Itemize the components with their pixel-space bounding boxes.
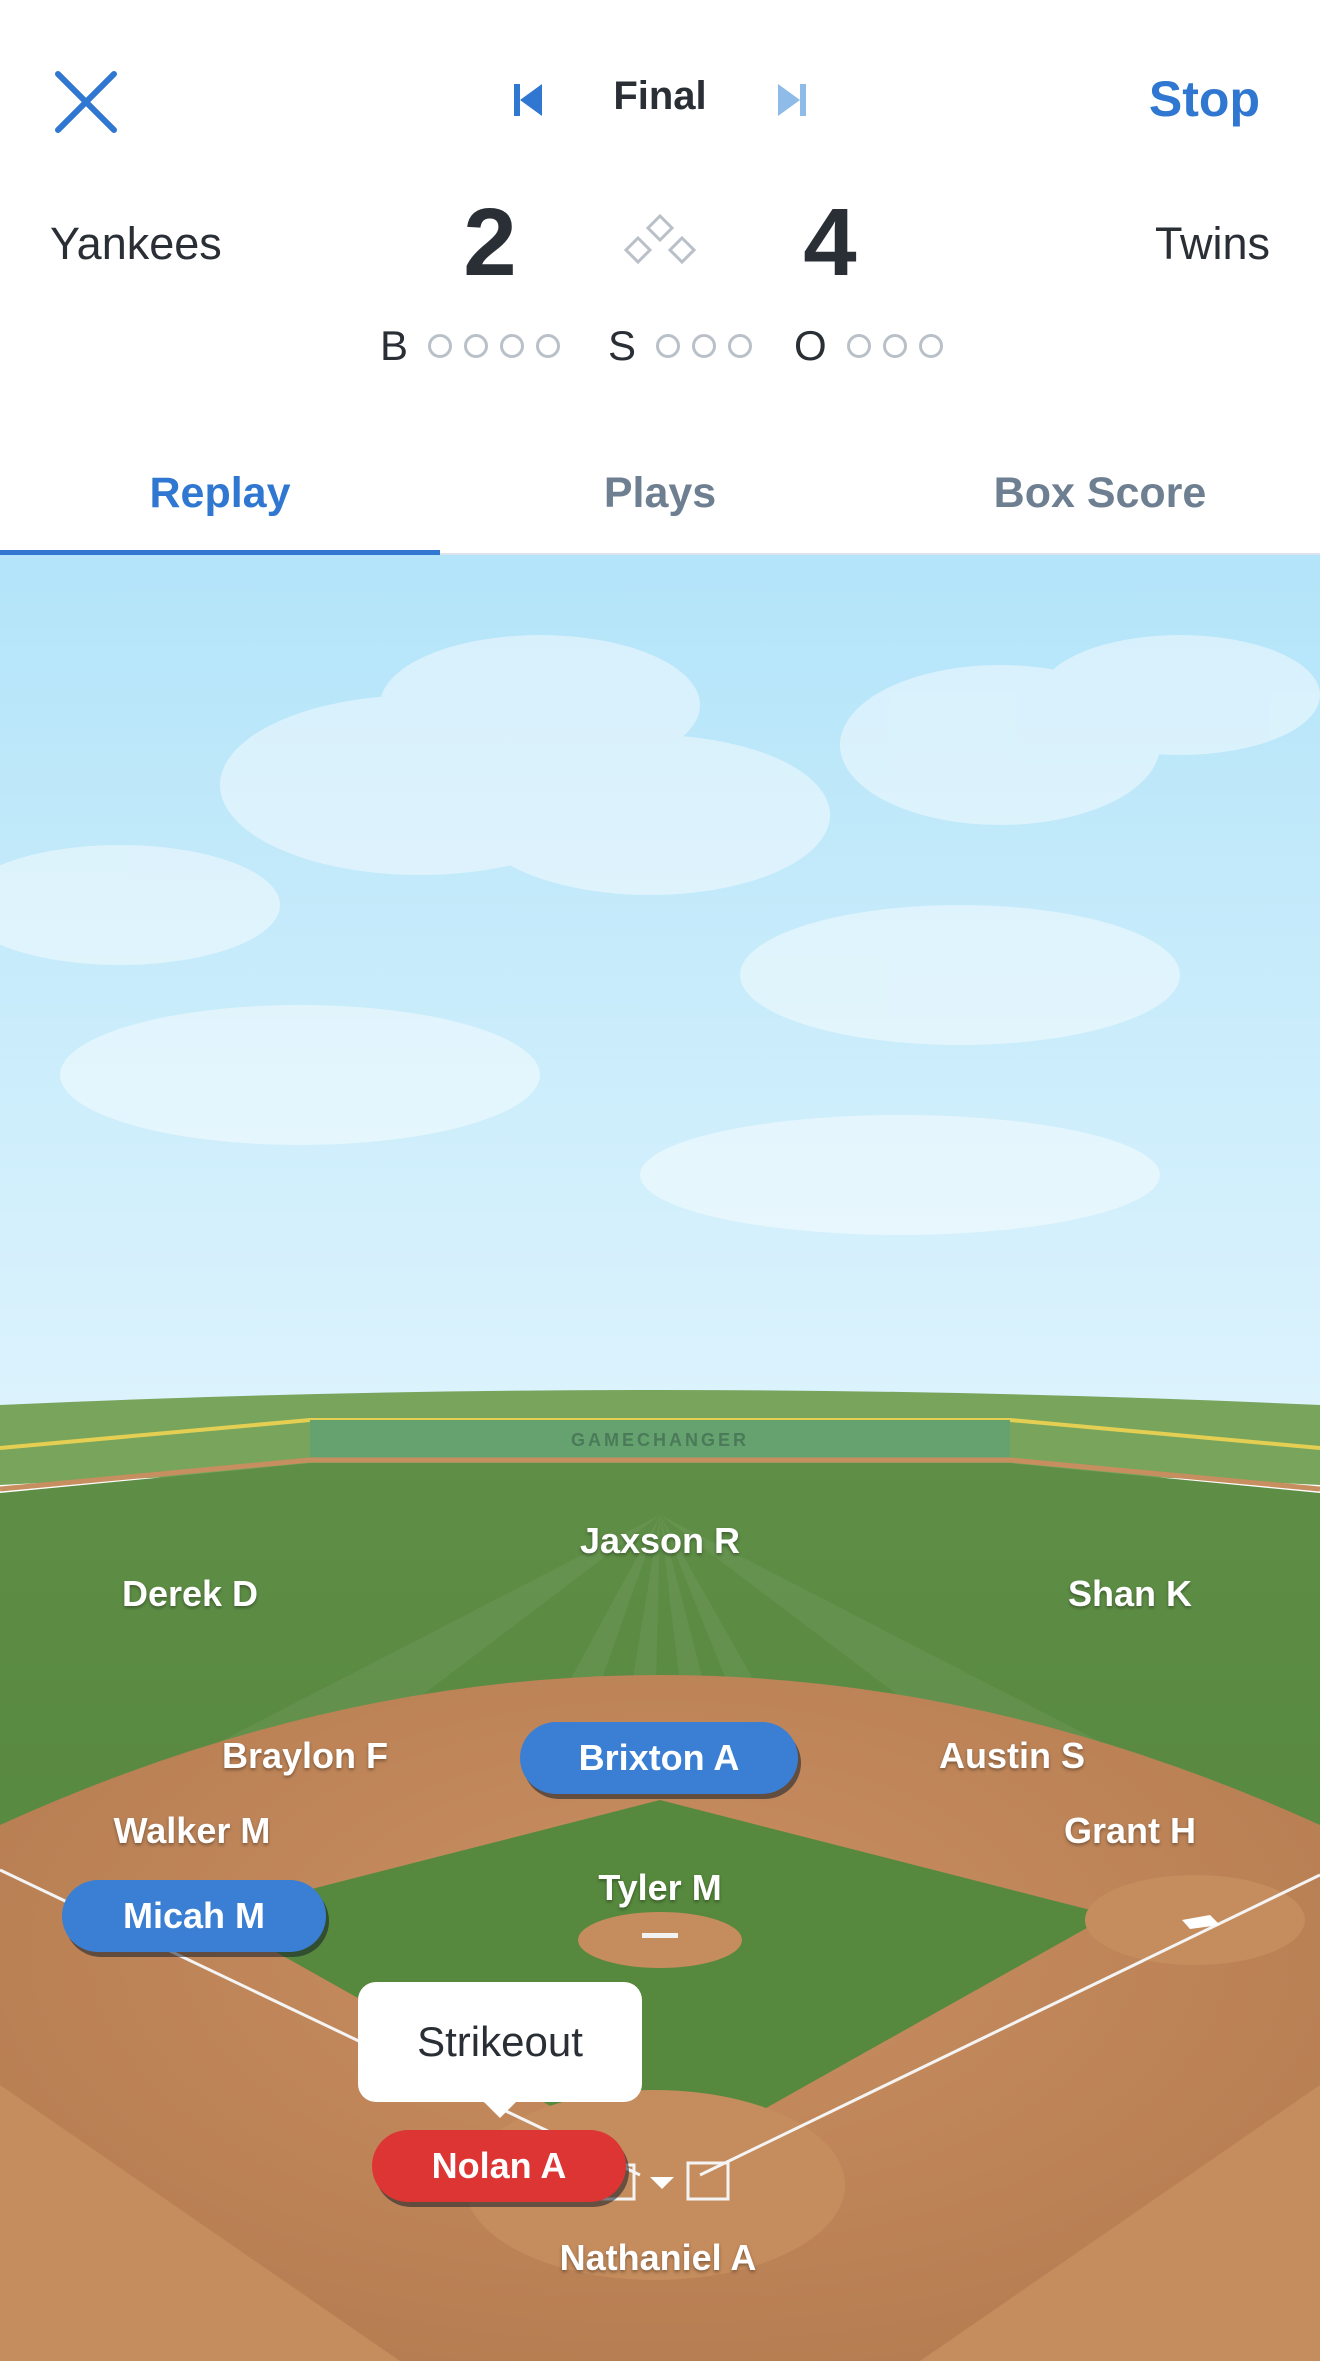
ball-dot — [464, 334, 489, 358]
away-team-score: 2 — [463, 189, 517, 296]
strikes-label: S — [608, 322, 637, 369]
balls-count: B — [380, 318, 561, 374]
close-icon — [55, 71, 117, 133]
tab-bar: Replay Plays Box Score — [0, 432, 1320, 555]
fielder-shortstop[interactable]: Braylon F — [222, 1735, 388, 1777]
play-navigation: Final — [500, 60, 820, 140]
count-indicator: B S O — [380, 318, 980, 374]
game-header: Final Stop Yankees 2 4 Twins B S O Repla… — [0, 0, 1320, 555]
tab-box-score[interactable]: Box Score — [880, 432, 1320, 555]
baseball-field-replay: GAMECHANGER Jaxson R Derek D Shan K Bray… — [0, 555, 1320, 2361]
tab-plays[interactable]: Plays — [440, 432, 880, 555]
fielder-second-base[interactable]: Austin S — [939, 1735, 1085, 1777]
fielder-right-field[interactable]: Shan K — [1068, 1573, 1192, 1615]
outs-count: O — [794, 318, 943, 374]
tab-replay[interactable]: Replay — [0, 432, 440, 555]
out-dot — [918, 334, 943, 358]
ball-dot — [428, 334, 453, 358]
runner-second-base[interactable]: Brixton A — [520, 1722, 798, 1794]
skip-next-icon — [778, 84, 806, 116]
play-result-tooltip: Strikeout — [358, 1982, 642, 2102]
fielder-center-field[interactable]: Jaxson R — [580, 1520, 740, 1562]
home-team-score: 4 — [803, 189, 857, 296]
batter-pill[interactable]: Nolan A — [372, 2130, 626, 2202]
fielder-catcher[interactable]: Nathaniel A — [560, 2237, 757, 2279]
skip-previous-icon — [514, 84, 542, 116]
ball-dot — [536, 334, 561, 358]
outs-label: O — [794, 322, 827, 369]
strikes-count: S — [608, 318, 753, 374]
out-dot — [882, 334, 907, 358]
out-dot — [846, 334, 871, 358]
previous-play-button[interactable] — [508, 78, 548, 122]
game-status: Final — [613, 74, 707, 118]
fielder-pitcher[interactable]: Tyler M — [598, 1867, 721, 1909]
fielder-left-field[interactable]: Derek D — [122, 1573, 258, 1615]
field-illustration: GAMECHANGER — [0, 555, 1320, 2361]
next-play-button[interactable] — [772, 78, 812, 122]
runner-third-base[interactable]: Micah M — [62, 1880, 326, 1952]
home-team-name: Twins — [1154, 218, 1270, 269]
tooltip-arrow — [482, 2100, 518, 2118]
away-team-name: Yankees — [50, 218, 222, 269]
fielder-first-base[interactable]: Grant H — [1064, 1810, 1196, 1852]
strike-dot — [728, 334, 753, 358]
balls-label: B — [380, 322, 409, 369]
wall-sign: GAMECHANGER — [571, 1430, 749, 1450]
strike-dot — [656, 334, 681, 358]
strike-dot — [692, 334, 717, 358]
stop-button[interactable]: Stop — [1149, 70, 1260, 128]
fielder-third-base[interactable]: Walker M — [114, 1810, 271, 1852]
close-button[interactable] — [52, 68, 120, 136]
ball-dot — [500, 334, 525, 358]
bases-diamond-icon — [620, 212, 700, 272]
